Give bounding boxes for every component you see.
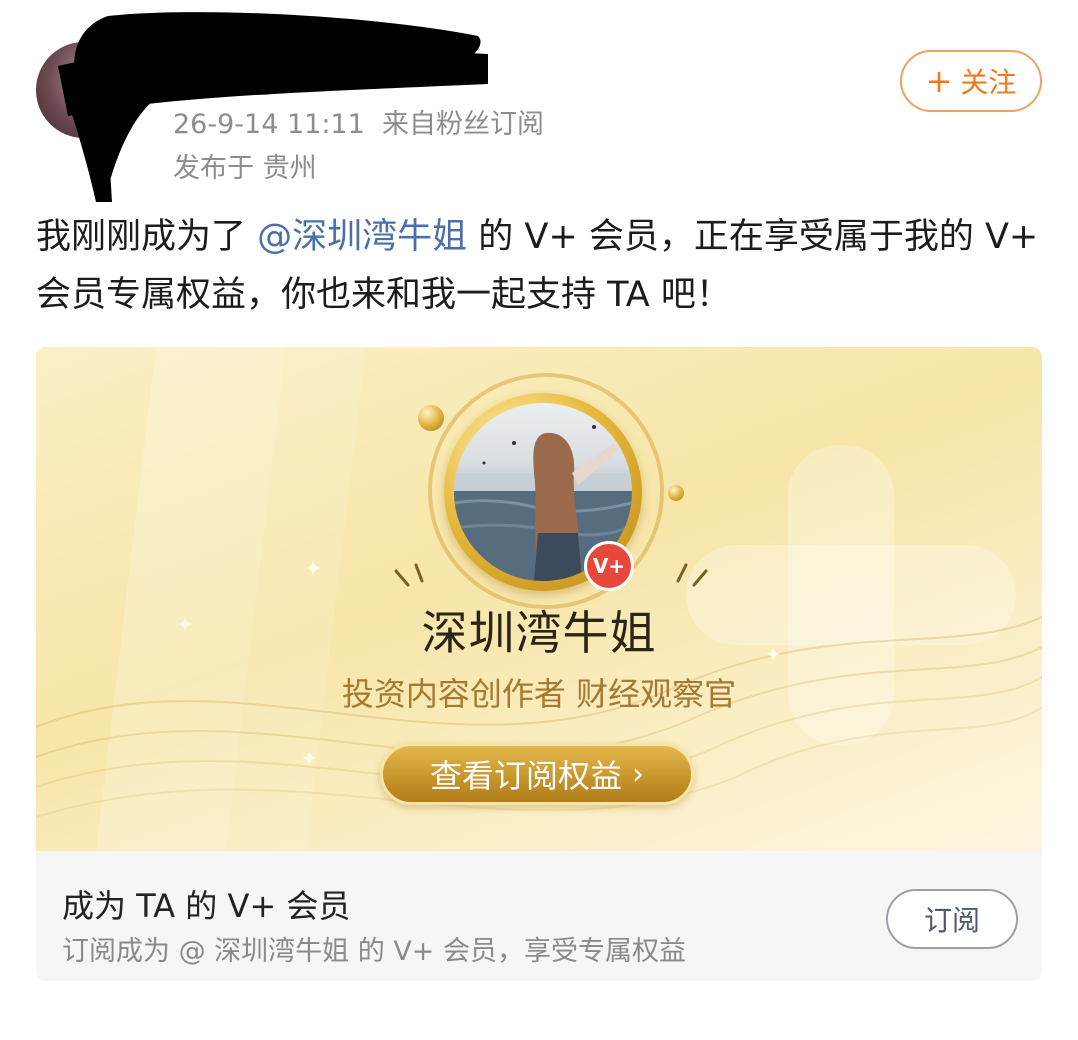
sparkle-icon: ✦ [764,643,783,668]
user-avatar[interactable] [36,42,132,138]
post-text-before: 我刚刚成为了 [36,217,247,257]
creator-tag: 投资内容创作者 财经观察官 [341,675,737,713]
post-location: 发布于 贵州 [173,153,317,184]
view-benefits-button[interactable]: 查看订阅权益 › [380,743,694,805]
gold-orb [668,485,684,501]
view-benefits-label: 查看订阅权益 [429,757,622,795]
follow-button[interactable]: + 关注 [900,50,1042,112]
subscribe-button[interactable]: 订阅 [886,889,1018,949]
post-timestamp: 26-9-14 11:11 [173,109,365,140]
sparkle-icon: ✦ [304,557,323,582]
card-footer-title: 成为 TA 的 V+ 会员 [62,887,351,925]
membership-card[interactable]: V+ 深圳湾牛姐 投资内容创作者 财经观察官 ✦ ✦ ✦ ✦ 查看订阅权益 › … [36,347,1042,981]
follow-label: 关注 [960,66,1017,99]
post-text: 我刚刚成为了 @深圳湾牛姐 的 V+ 会员，正在享受属于我的 V+ 会员专属权益… [36,208,1046,324]
username[interactable]: 贵州水里 [150,58,270,102]
gold-orb [418,405,444,431]
post-meta: 26-9-14 11:11 来自粉丝订阅 [173,102,544,141]
sparkle-icon: ✦ [300,747,319,772]
sparkle-icon: ✦ [176,613,195,638]
mention-link[interactable]: @深圳湾牛姐 [257,217,467,257]
post-source: 来自粉丝订阅 [381,109,544,140]
card-footer-subtitle: 订阅成为 @ 深圳湾牛姐 的 V+ 会员，享受专属权益 [62,936,687,967]
card-banner: V+ 深圳湾牛姐 投资内容创作者 财经观察官 ✦ ✦ ✦ ✦ 查看订阅权益 › [36,347,1042,851]
chevron-right-icon: › [632,756,644,792]
plus-icon: + [925,62,953,100]
vplus-badge-icon: V+ [584,541,634,591]
